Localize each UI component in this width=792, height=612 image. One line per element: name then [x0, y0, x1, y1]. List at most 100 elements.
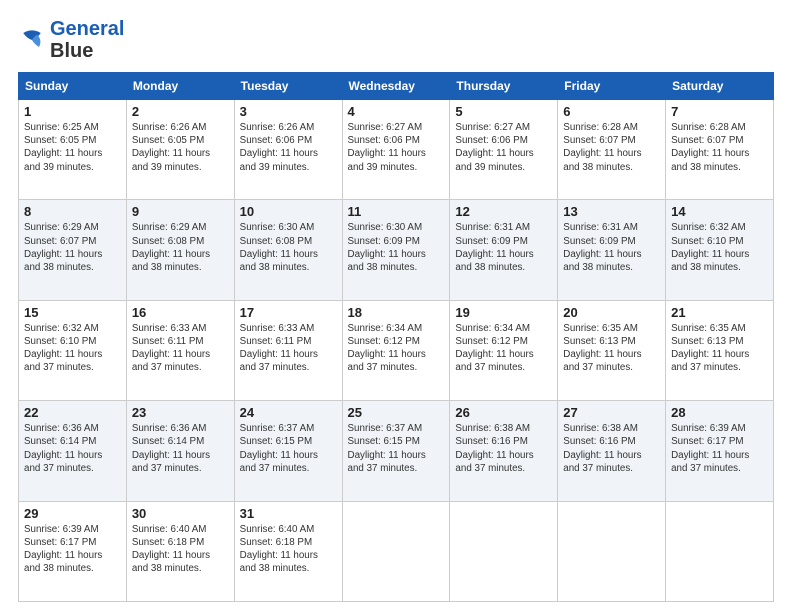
calendar-cell: 20Sunrise: 6:35 AMSunset: 6:13 PMDayligh… — [558, 300, 666, 400]
day-number: 18 — [348, 305, 445, 320]
week-row-2: 8 Sunrise: 6:29 AMSunset: 6:07 PMDaylight… — [19, 200, 774, 300]
day-info: Sunrise: 6:27 AMSunset: 6:06 PMDaylight:… — [455, 121, 552, 174]
calendar-cell: 26 Sunrise: 6:38 AMSunset: 6:16 PMDayligh… — [450, 401, 558, 501]
day-number: 9 — [132, 204, 229, 219]
day-info: Sunrise: 6:38 AMSunset: 6:16 PMDaylight:… — [563, 422, 660, 475]
calendar-cell: 7 Sunrise: 6:28 AMSunset: 6:07 PMDaylight… — [666, 100, 774, 200]
logo-icon — [18, 26, 46, 54]
day-info: Sunrise: 6:34 AMSunset: 6:12 PMDaylight:… — [455, 322, 552, 375]
day-number: 22 — [24, 405, 121, 420]
day-number: 23 — [132, 405, 229, 420]
day-number: 31 — [240, 506, 337, 521]
day-info: Sunrise: 6:36 AMSunset: 6:14 PMDaylight:… — [132, 422, 229, 475]
day-header-sunday: Sunday — [19, 73, 127, 100]
calendar-cell: 1 Sunrise: 6:25 AMSunset: 6:05 PMDaylight… — [19, 100, 127, 200]
day-info: Sunrise: 6:29 AMSunset: 6:07 PMDaylight:… — [24, 221, 121, 274]
day-number: 11 — [348, 204, 445, 219]
day-number: 10 — [240, 204, 337, 219]
header-row: SundayMondayTuesdayWednesdayThursdayFrid… — [19, 73, 774, 100]
day-info: Sunrise: 6:33 AMSunset: 6:11 PMDaylight:… — [132, 322, 229, 375]
calendar-cell: 14 Sunrise: 6:32 AMSunset: 6:10 PMDayligh… — [666, 200, 774, 300]
day-info: Sunrise: 6:30 AMSunset: 6:08 PMDaylight:… — [240, 221, 337, 274]
calendar-cell: 2 Sunrise: 6:26 AMSunset: 6:05 PMDaylight… — [126, 100, 234, 200]
day-number: 17 — [240, 305, 337, 320]
calendar-cell: 6 Sunrise: 6:28 AMSunset: 6:07 PMDaylight… — [558, 100, 666, 200]
day-info: Sunrise: 6:40 AMSunset: 6:18 PMDaylight:… — [240, 523, 337, 576]
day-info: Sunrise: 6:39 AMSunset: 6:17 PMDaylight:… — [671, 422, 768, 475]
calendar-cell — [666, 501, 774, 601]
day-number: 1 — [24, 104, 121, 119]
calendar-cell: 9 Sunrise: 6:29 AMSunset: 6:08 PMDaylight… — [126, 200, 234, 300]
calendar-cell — [342, 501, 450, 601]
day-number: 26 — [455, 405, 552, 420]
day-info: Sunrise: 6:36 AMSunset: 6:14 PMDaylight:… — [24, 422, 121, 475]
calendar-cell — [558, 501, 666, 601]
day-number: 13 — [563, 204, 660, 219]
day-number: 12 — [455, 204, 552, 219]
logo-text: General Blue — [50, 18, 124, 62]
day-header-tuesday: Tuesday — [234, 73, 342, 100]
calendar-cell: 31 Sunrise: 6:40 AMSunset: 6:18 PMDayligh… — [234, 501, 342, 601]
day-header-friday: Friday — [558, 73, 666, 100]
day-info: Sunrise: 6:32 AMSunset: 6:10 PMDaylight:… — [671, 221, 768, 274]
calendar-cell: 30 Sunrise: 6:40 AMSunset: 6:18 PMDayligh… — [126, 501, 234, 601]
day-header-thursday: Thursday — [450, 73, 558, 100]
day-info: Sunrise: 6:26 AMSunset: 6:06 PMDaylight:… — [240, 121, 337, 174]
day-number: 27 — [563, 405, 660, 420]
day-info: Sunrise: 6:31 AMSunset: 6:09 PMDaylight:… — [455, 221, 552, 274]
calendar-body: 1 Sunrise: 6:25 AMSunset: 6:05 PMDaylight… — [19, 100, 774, 602]
calendar-cell: 16 Sunrise: 6:33 AMSunset: 6:11 PMDayligh… — [126, 300, 234, 400]
day-info: Sunrise: 6:37 AMSunset: 6:15 PMDaylight:… — [348, 422, 445, 475]
calendar-cell: 4Sunrise: 6:27 AMSunset: 6:06 PMDaylight… — [342, 100, 450, 200]
day-number: 25 — [348, 405, 445, 420]
week-row-4: 22 Sunrise: 6:36 AMSunset: 6:14 PMDayligh… — [19, 401, 774, 501]
calendar-cell: 18 Sunrise: 6:34 AMSunset: 6:12 PMDayligh… — [342, 300, 450, 400]
calendar-cell: 17 Sunrise: 6:33 AMSunset: 6:11 PMDayligh… — [234, 300, 342, 400]
day-info: Sunrise: 6:34 AMSunset: 6:12 PMDaylight:… — [348, 322, 445, 375]
calendar-cell: 25 Sunrise: 6:37 AMSunset: 6:15 PMDayligh… — [342, 401, 450, 501]
day-info: Sunrise: 6:26 AMSunset: 6:05 PMDaylight:… — [132, 121, 229, 174]
logo: General Blue — [18, 18, 124, 62]
calendar-cell: 8 Sunrise: 6:29 AMSunset: 6:07 PMDaylight… — [19, 200, 127, 300]
day-number: 7 — [671, 104, 768, 119]
calendar-cell: 3Sunrise: 6:26 AMSunset: 6:06 PMDaylight… — [234, 100, 342, 200]
day-info: Sunrise: 6:38 AMSunset: 6:16 PMDaylight:… — [455, 422, 552, 475]
calendar-header: SundayMondayTuesdayWednesdayThursdayFrid… — [19, 73, 774, 100]
day-number: 8 — [24, 204, 121, 219]
day-header-saturday: Saturday — [666, 73, 774, 100]
day-info: Sunrise: 6:40 AMSunset: 6:18 PMDaylight:… — [132, 523, 229, 576]
day-number: 19 — [455, 305, 552, 320]
day-number: 14 — [671, 204, 768, 219]
day-info: Sunrise: 6:28 AMSunset: 6:07 PMDaylight:… — [671, 121, 768, 174]
day-number: 28 — [671, 405, 768, 420]
header: General Blue — [18, 18, 774, 62]
day-info: Sunrise: 6:25 AMSunset: 6:05 PMDaylight:… — [24, 121, 121, 174]
day-info: Sunrise: 6:37 AMSunset: 6:15 PMDaylight:… — [240, 422, 337, 475]
week-row-1: 1 Sunrise: 6:25 AMSunset: 6:05 PMDaylight… — [19, 100, 774, 200]
day-number: 29 — [24, 506, 121, 521]
calendar-cell: 11 Sunrise: 6:30 AMSunset: 6:09 PMDayligh… — [342, 200, 450, 300]
week-row-3: 15Sunrise: 6:32 AMSunset: 6:10 PMDayligh… — [19, 300, 774, 400]
calendar-cell: 29Sunrise: 6:39 AMSunset: 6:17 PMDayligh… — [19, 501, 127, 601]
calendar-cell: 23 Sunrise: 6:36 AMSunset: 6:14 PMDayligh… — [126, 401, 234, 501]
day-info: Sunrise: 6:28 AMSunset: 6:07 PMDaylight:… — [563, 121, 660, 174]
day-info: Sunrise: 6:29 AMSunset: 6:08 PMDaylight:… — [132, 221, 229, 274]
calendar-cell: 27 Sunrise: 6:38 AMSunset: 6:16 PMDayligh… — [558, 401, 666, 501]
calendar-cell — [450, 501, 558, 601]
day-number: 16 — [132, 305, 229, 320]
page: General Blue SundayMondayTuesdayWednesda… — [0, 0, 792, 612]
day-number: 6 — [563, 104, 660, 119]
day-number: 2 — [132, 104, 229, 119]
calendar-cell: 19 Sunrise: 6:34 AMSunset: 6:12 PMDayligh… — [450, 300, 558, 400]
calendar-cell: 13Sunrise: 6:31 AMSunset: 6:09 PMDayligh… — [558, 200, 666, 300]
calendar-cell: 10 Sunrise: 6:30 AMSunset: 6:08 PMDayligh… — [234, 200, 342, 300]
day-info: Sunrise: 6:30 AMSunset: 6:09 PMDaylight:… — [348, 221, 445, 274]
calendar-cell: 28 Sunrise: 6:39 AMSunset: 6:17 PMDayligh… — [666, 401, 774, 501]
calendar-cell: 24 Sunrise: 6:37 AMSunset: 6:15 PMDayligh… — [234, 401, 342, 501]
week-row-5: 29Sunrise: 6:39 AMSunset: 6:17 PMDayligh… — [19, 501, 774, 601]
calendar-cell: 15Sunrise: 6:32 AMSunset: 6:10 PMDayligh… — [19, 300, 127, 400]
day-info: Sunrise: 6:33 AMSunset: 6:11 PMDaylight:… — [240, 322, 337, 375]
day-number: 24 — [240, 405, 337, 420]
day-number: 4 — [348, 104, 445, 119]
day-number: 30 — [132, 506, 229, 521]
